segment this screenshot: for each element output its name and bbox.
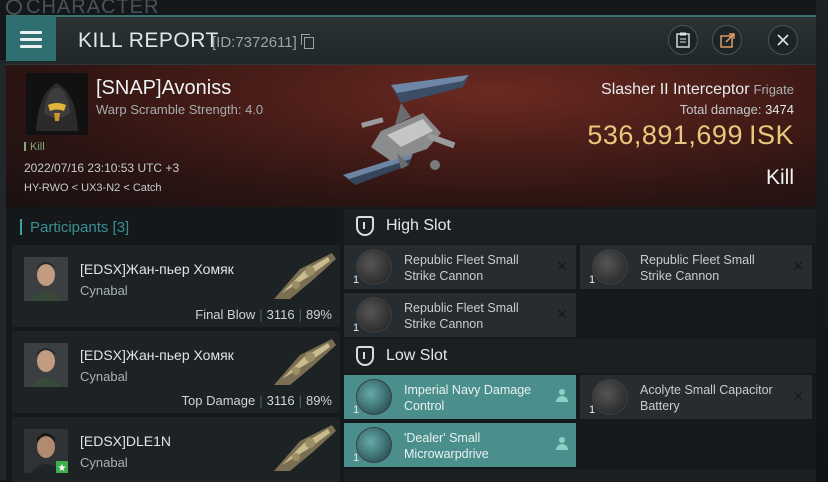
clipboard-icon [676, 32, 690, 48]
participants-header[interactable]: Participants [3] [6, 211, 340, 243]
participant-stats: Final Blow | 3116 | 89% [195, 307, 332, 322]
warp-scramble-strength: Warp Scramble Strength: 4.0 [96, 102, 264, 117]
participants-panel: Participants [3] [EDSX]Жан-пьер Хомяк Cy… [6, 207, 340, 482]
header-accent-bar [20, 219, 22, 235]
kill-timestamp: 2022/07/16 23:10:53 UTC +3 [24, 161, 180, 175]
titlebar: KILL REPORT [ID:7372611] [6, 17, 816, 65]
dropped-person-icon [556, 437, 568, 451]
participant-row[interactable]: [EDSX]Жан-пьер Хомяк Cynabal Final Blow |… [12, 245, 340, 327]
module-item[interactable]: 1 Republic Fleet Small Strike Cannon ✕ [344, 293, 576, 337]
participant-ship-name: Cynabal [80, 283, 128, 298]
module-name: Republic Fleet Small Strike Cannon [640, 253, 755, 283]
participant-avatar[interactable] [24, 343, 68, 387]
cynabal-ship-icon [274, 339, 336, 385]
participant-name[interactable]: [EDSX]Жан-пьер Хомяк [80, 347, 234, 363]
capacitor-battery-icon [592, 379, 628, 415]
svg-text:★: ★ [58, 463, 67, 473]
microwarpdrive-icon [356, 427, 392, 463]
projectile-cannon-icon [356, 249, 392, 285]
share-button[interactable] [712, 25, 742, 55]
dropped-person-icon [556, 389, 568, 403]
victim-portrait[interactable] [26, 73, 88, 135]
kill-marker-icon [24, 142, 26, 151]
participant-ship-name: Cynabal [80, 369, 128, 384]
background-right-edge [816, 0, 828, 482]
module-item[interactable]: 1 Republic Fleet Small Strike Cannon ✕ [580, 245, 812, 289]
kill-report-window: KILL REPORT [ID:7372611] [SNAP]Avoniss W… [6, 15, 816, 482]
pilot-face-icon: ★ [24, 429, 68, 473]
isk-value: 536,891,699 ISK [587, 120, 794, 150]
module-item[interactable]: 1 Republic Fleet Small Strike Cannon ✕ [344, 245, 576, 289]
participant-avatar[interactable] [24, 257, 68, 301]
kill-id: [ID:7372611] [212, 34, 297, 51]
participant-stats: Top Damage | 3116 | 89% [181, 393, 333, 408]
ship-render-icon [343, 75, 469, 185]
menu-button[interactable] [6, 17, 56, 61]
character-icon [6, 0, 22, 15]
participant-ship-name: Cynabal [80, 455, 128, 470]
destroyed-icon: ✕ [556, 258, 568, 274]
pilot-face-icon [24, 343, 68, 387]
participant-name[interactable]: [EDSX]DLE1N [80, 433, 171, 449]
close-icon [777, 34, 789, 46]
projectile-cannon-icon [356, 297, 392, 333]
module-name: Acolyte Small Capacitor Battery [640, 383, 773, 413]
participant-avatar[interactable]: ★ [24, 429, 68, 473]
cynabal-ship-icon [274, 425, 336, 471]
high-slot-header: High Slot [344, 209, 816, 243]
victim-ship[interactable]: Slasher II Interceptor Frigate [601, 81, 794, 99]
cynabal-ship-icon [274, 253, 336, 299]
close-button[interactable] [768, 25, 798, 55]
total-damage: Total damage: 3474 [679, 102, 794, 117]
module-item[interactable]: 1 'Dealer' Small Microwarpdrive [344, 423, 576, 467]
participant-name[interactable]: [EDSX]Жан-пьер Хомяк [80, 261, 234, 277]
module-item[interactable]: 1 Imperial Navy Damage Control [344, 375, 576, 419]
module-name: 'Dealer' Small Microwarpdrive [404, 431, 489, 461]
next-slot-header-partial [344, 469, 816, 482]
pilot-face-icon [24, 257, 68, 301]
module-name: Imperial Navy Damage Control [404, 383, 532, 413]
victim-pilot-name[interactable]: [SNAP]Avoniss [96, 77, 231, 100]
participant-row[interactable]: [EDSX]Жан-пьер Хомяк Cynabal Top Damage |… [12, 331, 340, 413]
kill-tag: Kill [24, 141, 45, 153]
fitting-panel: High Slot 1 Republic Fleet Small Strike … [344, 207, 816, 482]
participant-row[interactable]: ★ [EDSX]DLE1N Cynabal [12, 417, 340, 482]
copy-icon[interactable] [301, 34, 314, 49]
victim-summary: [SNAP]Avoniss Warp Scramble Strength: 4.… [6, 65, 816, 207]
low-slot-header: Low Slot [344, 339, 816, 373]
window-title: KILL REPORT [78, 29, 219, 52]
module-item[interactable]: 1 Acolyte Small Capacitor Battery ✕ [580, 375, 812, 419]
helmet-portrait-icon [26, 73, 88, 135]
projectile-cannon-icon [592, 249, 628, 285]
high-slot-icon [356, 216, 374, 236]
destroyed-icon: ✕ [792, 258, 804, 274]
destroyed-icon: ✕ [556, 306, 568, 322]
damage-control-icon [356, 379, 392, 415]
module-name: Republic Fleet Small Strike Cannon [404, 301, 519, 331]
share-external-icon [719, 32, 735, 48]
low-slot-icon [356, 346, 374, 366]
result-label: Kill [765, 166, 794, 189]
clipboard-button[interactable] [668, 25, 698, 55]
kill-route: HY-RWO < UX3-N2 < Catch [24, 182, 162, 194]
destroyed-icon: ✕ [792, 388, 804, 404]
module-name: Republic Fleet Small Strike Cannon [404, 253, 519, 283]
